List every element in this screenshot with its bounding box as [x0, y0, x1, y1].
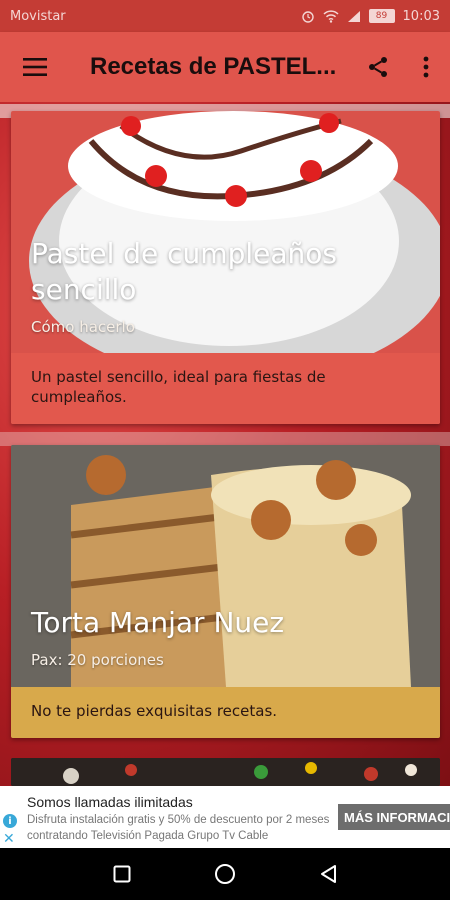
home-button[interactable] [205, 854, 245, 894]
recipe-card-peek[interactable] [11, 758, 440, 786]
square-icon [113, 865, 131, 883]
signal-icon [347, 10, 360, 22]
ad-headline: Somos llamadas ilimitadas [27, 794, 193, 810]
app-bar: Recetas de PASTEL... [0, 32, 450, 102]
hamburger-icon [23, 58, 47, 76]
background-stripe [0, 432, 450, 446]
circle-icon [214, 864, 235, 884]
alarm-icon [301, 11, 314, 23]
more-vert-icon [423, 56, 429, 78]
ad-body-line: contratando Televisión Pagada Grupo Tv C… [27, 830, 269, 842]
overflow-menu-button[interactable] [402, 32, 450, 102]
status-icons: 89 10:03 [301, 9, 440, 24]
clock: 10:03 [402, 8, 440, 24]
ad-cta-button[interactable]: MÁS INFORMACIÓN [338, 804, 450, 830]
share-button[interactable] [354, 32, 402, 102]
share-icon [369, 57, 387, 77]
recipe-title: Torta Manjar Nuez [31, 606, 285, 639]
recipe-card[interactable]: Torta Manjar Nuez Pax: 20 porciones No t… [11, 445, 440, 738]
recipe-image: Pastel de cumpleaños sencillo Cómo hacer… [11, 111, 440, 353]
wifi-icon [323, 9, 339, 23]
recipe-image [11, 758, 440, 786]
ad-banner[interactable]: Somos llamadas ilimitadas Disfruta insta… [0, 786, 450, 848]
recipe-description: Un pastel sencillo, ideal para fiestas d… [11, 353, 440, 424]
menu-button[interactable] [0, 32, 70, 102]
back-button[interactable] [308, 854, 348, 894]
recipe-description: No te pierdas exquisitas recetas. [11, 687, 440, 738]
battery-icon: 89 [368, 9, 395, 23]
recipe-image: Torta Manjar Nuez Pax: 20 porciones [11, 445, 440, 687]
ad-info-icon[interactable]: i [3, 814, 17, 828]
system-nav-bar [0, 848, 450, 900]
ad-close-icon[interactable]: ✕ [3, 832, 15, 846]
recipe-card[interactable]: Pastel de cumpleaños sencillo Cómo hacer… [11, 111, 440, 424]
ad-body-line: Disfruta instalación gratis y 50% de des… [27, 814, 330, 826]
recipe-title: Pastel de cumpleaños sencillo [31, 237, 337, 306]
ad-body: Disfruta instalación gratis y 50% de des… [27, 812, 339, 844]
cake-illustration [11, 111, 440, 353]
recipe-subtitle: Pax: 20 porciones [31, 651, 164, 669]
carrier-label: Movistar [10, 8, 66, 24]
back-triangle-icon [321, 865, 337, 883]
recents-button[interactable] [102, 854, 142, 894]
status-bar: Movistar 89 10:03 [0, 0, 450, 32]
recipe-subtitle: Cómo hacerlo [31, 318, 135, 336]
page-title: Recetas de PASTEL... [90, 53, 337, 80]
